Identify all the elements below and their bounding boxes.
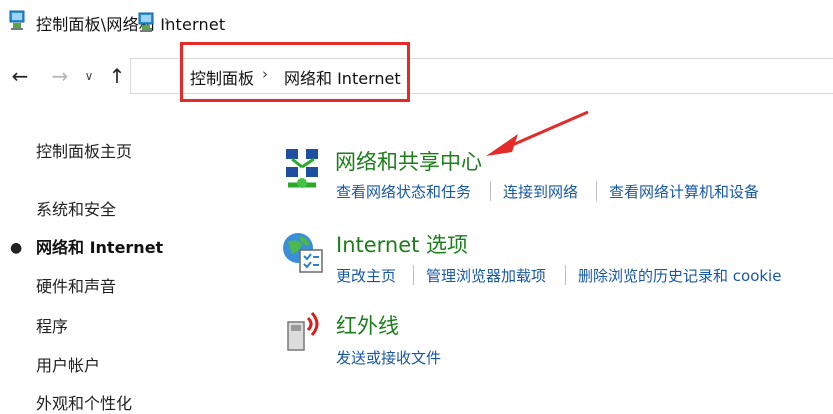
link-view-network-status[interactable]: 查看网络状态和任务: [336, 181, 471, 202]
sidebar-item-user-accounts[interactable]: 用户帐户: [36, 352, 100, 376]
window-title: 控制面板\网络和 Internet: [36, 15, 226, 34]
sidebar-item-appearance[interactable]: 外观和个性化: [36, 390, 132, 414]
link-divider: [413, 265, 414, 285]
title-bar: 控制面板\网络和 Internet: [0, 0, 833, 42]
link-divider: [565, 265, 566, 285]
sidebar-item-hardware-sound[interactable]: 硬件和声音: [36, 273, 116, 297]
control-panel-icon: [9, 10, 25, 30]
up-arrow-icon[interactable]: ↑: [105, 62, 129, 90]
navigation-bar: ← → ∨ ↑: [0, 54, 833, 98]
infrared-icon[interactable]: [282, 308, 328, 354]
sidebar-item-control-panel-home[interactable]: 控制面板主页: [36, 138, 132, 162]
forward-arrow-icon[interactable]: →: [48, 62, 72, 90]
active-bullet-icon: ●: [10, 240, 23, 256]
link-divider: [596, 181, 597, 201]
link-delete-history-cookies[interactable]: 删除浏览的历史记录和 cookie: [578, 265, 781, 286]
link-connect-network[interactable]: 连接到网络: [503, 181, 578, 202]
red-arrow-annotation-icon: [486, 110, 589, 156]
breadcrumb-chevron-icon[interactable]: ›: [164, 13, 170, 29]
link-view-network-computers[interactable]: 查看网络计算机和设备: [609, 181, 759, 202]
link-manage-addons[interactable]: 管理浏览器加载项: [426, 265, 546, 286]
internet-options-icon[interactable]: [280, 228, 326, 274]
link-change-home-page[interactable]: 更改主页: [336, 265, 396, 286]
back-arrow-icon[interactable]: ←: [8, 62, 32, 90]
recent-locations-chevron-icon[interactable]: ∨: [80, 62, 98, 90]
category-title-infrared[interactable]: 红外线: [336, 310, 399, 340]
category-title-internet-options[interactable]: Internet 选项: [336, 229, 468, 259]
sidebar-item-system-security[interactable]: 系统和安全: [36, 196, 116, 220]
link-divider: [490, 181, 491, 201]
sidebar-item-network-internet[interactable]: 网络和 Internet: [36, 234, 163, 258]
category-title-network-sharing[interactable]: 网络和共享中心: [335, 146, 482, 176]
sidebar-item-programs[interactable]: 程序: [36, 313, 68, 337]
link-send-receive-files[interactable]: 发送或接收文件: [336, 347, 441, 368]
address-control-panel-icon: [138, 12, 154, 32]
network-sharing-icon[interactable]: [280, 145, 326, 191]
red-highlight-box: [180, 42, 410, 102]
